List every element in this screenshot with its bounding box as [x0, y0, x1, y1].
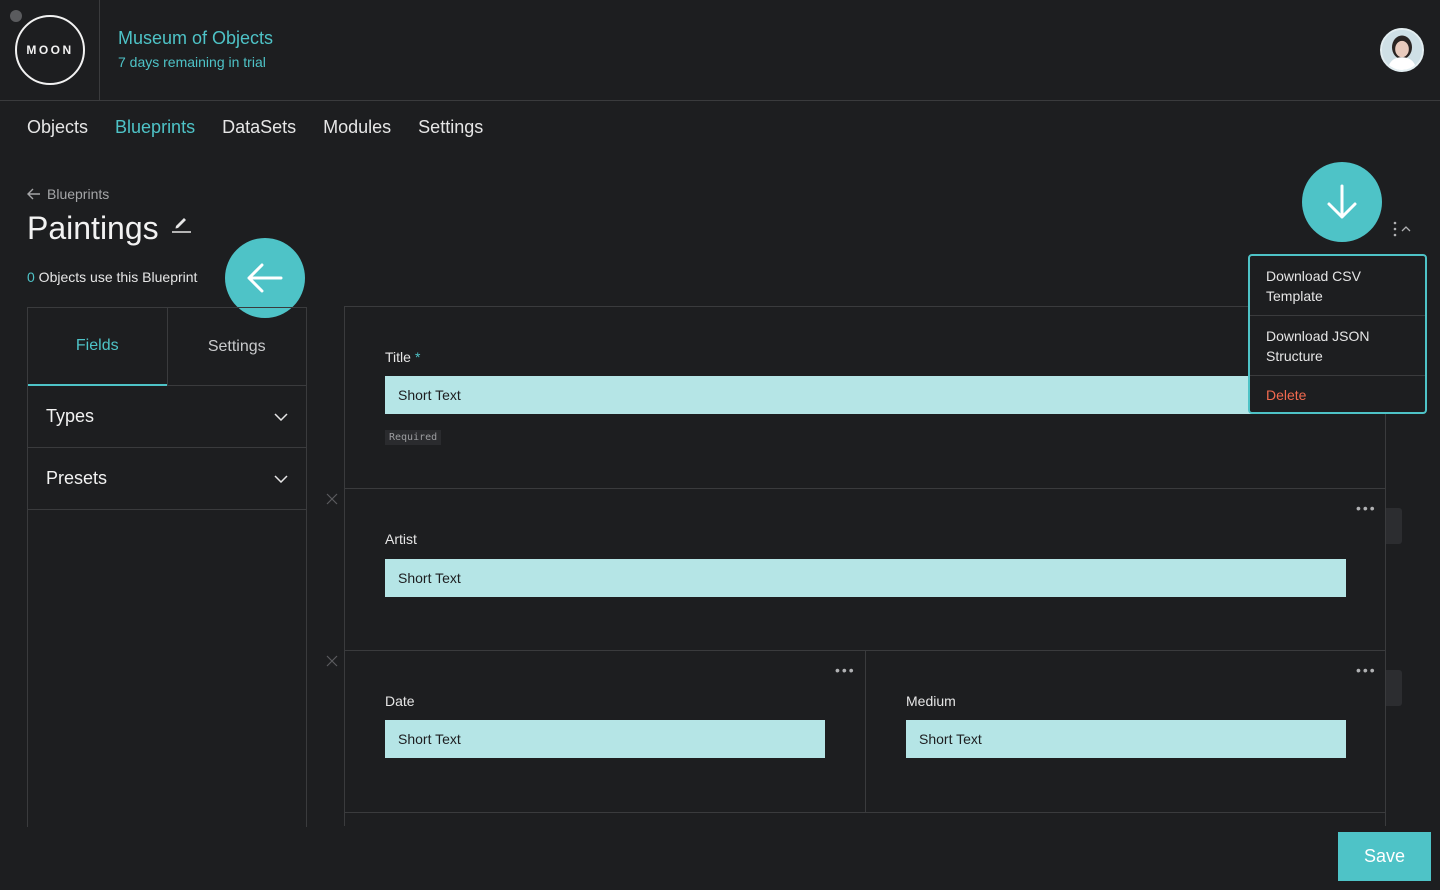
save-button[interactable]: Save [1338, 832, 1431, 881]
accordion-types-label: Types [46, 406, 95, 426]
arrow-left-icon [247, 263, 283, 293]
nav-objects[interactable]: Objects [27, 117, 88, 138]
field-row: Title * Short Text Required [345, 307, 1385, 489]
field-date-label: Date [385, 693, 415, 709]
accordion-presets-label: Presets [46, 468, 108, 488]
moon-logo[interactable]: MOON [15, 15, 85, 85]
panel-tabs: Fields Settings [28, 308, 306, 386]
field-date-input[interactable]: Short Text [385, 720, 825, 758]
usage-count: 0 [27, 269, 35, 285]
usage-text: Objects use this Blueprint [34, 269, 198, 285]
required-asterisk: * [414, 349, 421, 365]
accordion-types[interactable]: Types [28, 386, 306, 448]
org-name[interactable]: Museum of Objects [118, 28, 273, 49]
nav-modules[interactable]: Modules [323, 117, 391, 138]
main-nav: Objects Blueprints DataSets Modules Sett… [27, 117, 510, 138]
accordion-presets[interactable]: Presets [28, 448, 306, 510]
tab-fields[interactable]: Fields [28, 308, 167, 386]
nav-datasets[interactable]: DataSets [222, 117, 296, 138]
field-row: ••• Date Short Text ••• Medium Short Tex… [345, 651, 1385, 813]
download-arrow-button[interactable] [1302, 162, 1382, 242]
breadcrumb[interactable]: Blueprints [27, 186, 109, 202]
row-drag-handle[interactable] [1386, 508, 1402, 544]
field-artist-label: Artist [385, 531, 417, 547]
nav-settings[interactable]: Settings [418, 117, 483, 138]
remove-row-icon[interactable] [326, 493, 338, 505]
blueprint-usage: 0 Objects use this Blueprint [27, 269, 197, 285]
field-types-panel: Fields Settings Types Presets [27, 307, 307, 827]
row-drag-handle[interactable] [1386, 670, 1402, 706]
more-options-icon[interactable] [1390, 220, 1414, 238]
field-title-label: Title * [385, 349, 420, 365]
arrow-left-icon [27, 188, 40, 200]
field-cell-medium: ••• Medium Short Text [865, 651, 1385, 812]
chevron-down-icon [274, 474, 288, 483]
menu-download-csv[interactable]: Download CSV Template [1250, 256, 1425, 316]
chevron-down-icon [274, 412, 288, 421]
avatar-portrait-icon [1382, 30, 1422, 70]
field-row: ••• Artist Short Text [345, 489, 1385, 651]
back-arrow-button[interactable] [225, 238, 305, 318]
field-title-input[interactable]: Short Text [385, 376, 1346, 414]
field-artist-input[interactable]: Short Text [385, 559, 1346, 597]
top-bar: MOON Museum of Objects 7 days remaining … [0, 0, 1440, 101]
user-avatar[interactable] [1380, 28, 1424, 72]
field-options-icon[interactable]: ••• [1356, 501, 1377, 515]
arrow-down-icon [1327, 184, 1357, 219]
menu-download-json[interactable]: Download JSON Structure [1250, 316, 1425, 376]
breadcrumb-label: Blueprints [47, 186, 110, 202]
required-tag: Required [385, 430, 442, 445]
trial-status: 7 days remaining in trial [118, 54, 266, 70]
field-medium-input[interactable]: Short Text [906, 720, 1346, 758]
blueprint-canvas: Title * Short Text Required ••• Artist Sh… [344, 306, 1386, 826]
tab-settings[interactable]: Settings [166, 308, 307, 385]
field-options-icon[interactable]: ••• [835, 663, 856, 677]
field-title-label-text: Title [385, 349, 411, 365]
field-cell-date: ••• Date Short Text [345, 651, 865, 812]
nav-blueprints[interactable]: Blueprints [115, 117, 195, 138]
logo-cell: MOON [0, 0, 100, 100]
field-options-icon[interactable]: ••• [1356, 663, 1377, 677]
remove-row-icon[interactable] [326, 655, 338, 667]
blueprint-actions-menu: Download CSV Template Download JSON Stru… [1248, 254, 1427, 414]
menu-delete[interactable]: Delete [1250, 376, 1425, 414]
page-title: Paintings [27, 210, 159, 246]
field-medium-label: Medium [906, 693, 956, 709]
edit-pencil-icon[interactable] [170, 212, 192, 234]
